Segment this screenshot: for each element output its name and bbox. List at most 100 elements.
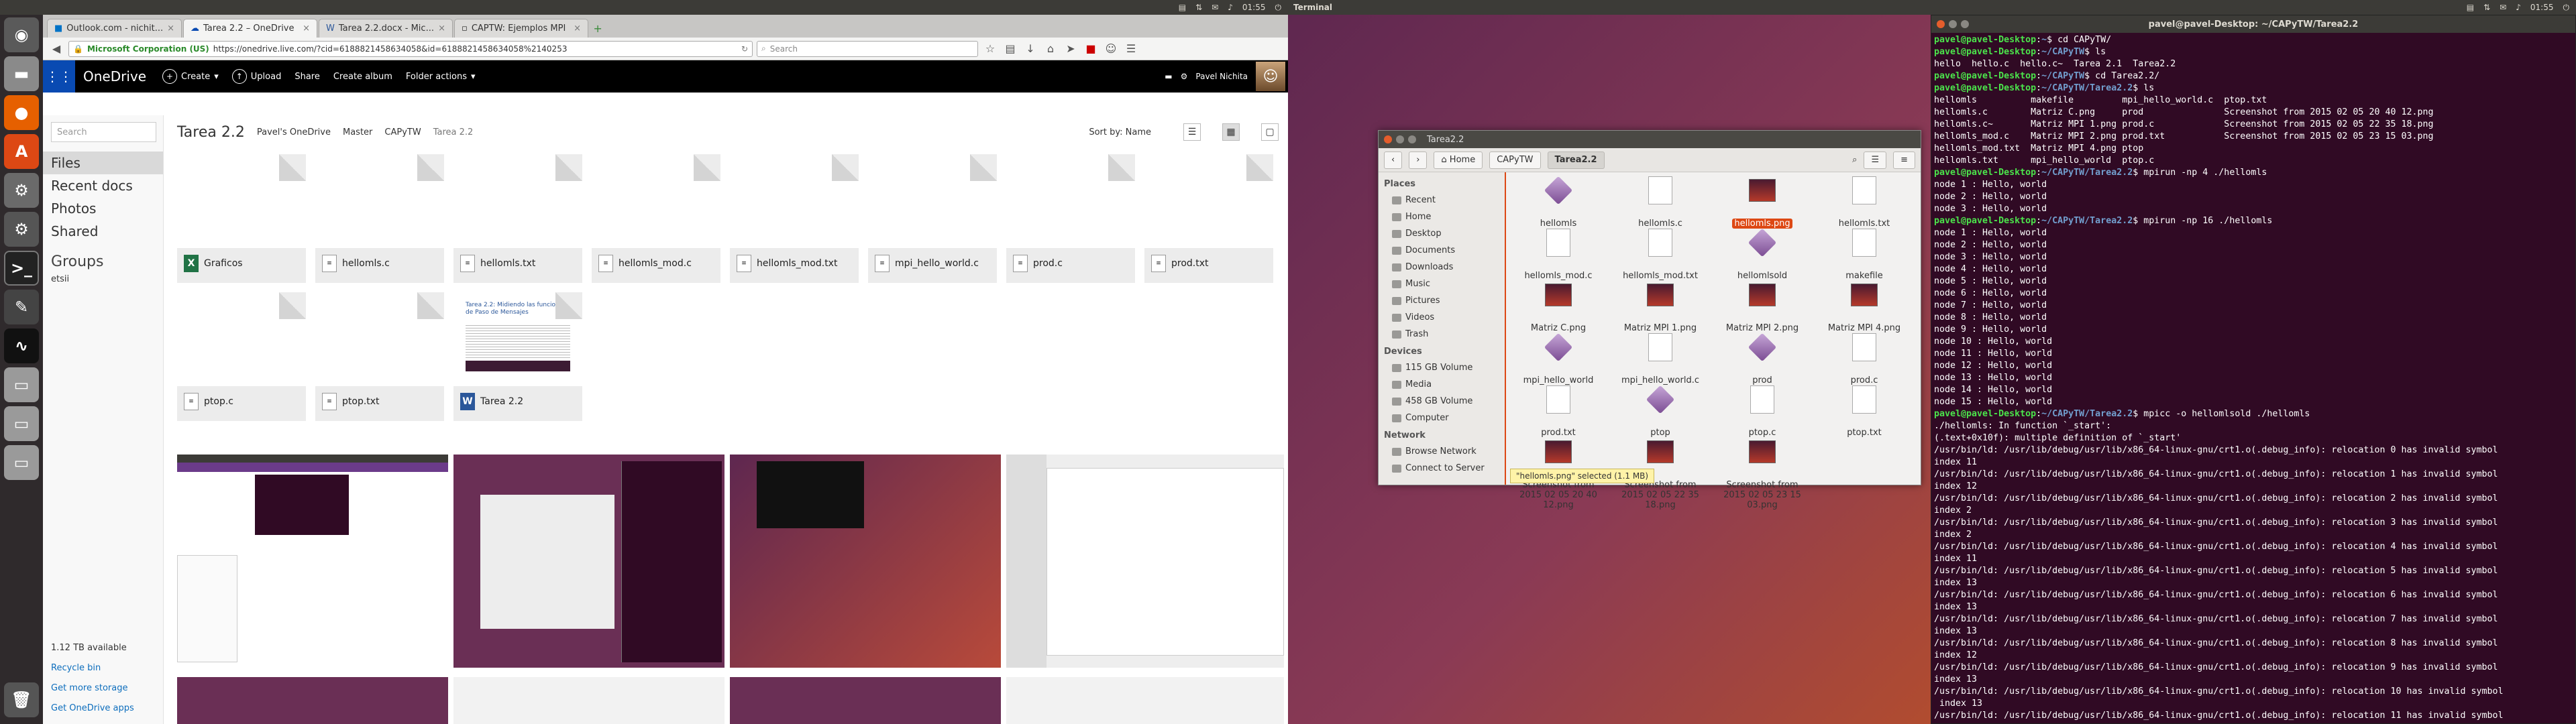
place-desktop[interactable]: Desktop (1379, 225, 1505, 242)
firefox-icon[interactable]: ● (4, 95, 39, 130)
certificate-label[interactable]: Microsoft Corporation (US) (87, 44, 209, 54)
file-item[interactable]: mpi_hello_world (1511, 332, 1605, 385)
clock[interactable]: 01:55 (2530, 3, 2554, 12)
file-item[interactable]: makefile (1817, 227, 1911, 281)
create-album-button[interactable]: Create album (327, 72, 399, 82)
place-pictures[interactable]: Pictures (1379, 292, 1505, 309)
menu-icon[interactable]: ≡ (1893, 151, 1915, 169)
search-icon[interactable]: ⌕ (1852, 155, 1857, 165)
list-view-icon[interactable]: ☰ (1864, 151, 1887, 169)
file-item[interactable]: hellomls_mod.c (1511, 227, 1605, 281)
terminal-output[interactable]: pavel@pavel-Desktop:~$ cd CAPyTW/pavel@p… (1931, 33, 2575, 723)
clock[interactable]: 01:55 (1242, 3, 1266, 12)
file-item[interactable]: Matriz MPI 2.png (1715, 280, 1809, 333)
dash-icon[interactable]: ◉ (4, 17, 39, 52)
file-item[interactable]: ptop (1613, 384, 1707, 438)
list-view-icon[interactable]: ☰ (1183, 123, 1201, 141)
back-icon[interactable]: ◀ (48, 41, 64, 57)
place-music[interactable]: Music (1379, 276, 1505, 292)
system-monitor-icon[interactable]: ∿ (4, 328, 39, 363)
search-input[interactable]: ⌕ Search (757, 40, 978, 57)
close-icon[interactable]: × (438, 23, 445, 34)
file-item[interactable]: prod (1715, 332, 1809, 385)
file-tile[interactable]: ≡ hellomls_mod.c (592, 154, 720, 283)
volume-icon[interactable]: ♪ (2516, 3, 2521, 12)
file-tile[interactable]: ≡ hellomls.c (315, 154, 444, 283)
file-item[interactable]: hellomlsold (1715, 227, 1809, 281)
volume-icon[interactable]: ♪ (1228, 3, 1233, 12)
place-videos[interactable]: Videos (1379, 309, 1505, 326)
folder-actions-button[interactable]: Folder actions ▾ (399, 72, 482, 82)
keyboard-icon[interactable]: ▤ (2467, 3, 2474, 12)
nav-files[interactable]: Files (43, 152, 163, 174)
nav-photos[interactable]: Photos (43, 197, 163, 220)
maximize-icon[interactable] (1961, 20, 1969, 28)
onedrive-search-input[interactable]: Search (51, 122, 156, 142)
file-tile[interactable]: ≡ ptop.txt (315, 292, 444, 421)
close-icon[interactable]: × (574, 23, 581, 34)
photo-thumbnail[interactable] (453, 455, 724, 668)
recycle-bin-link[interactable]: Recycle bin (51, 658, 134, 678)
device-item[interactable]: Media (1379, 376, 1505, 393)
file-tile[interactable]: ≡ ptop.c (177, 292, 306, 421)
tab-word[interactable]: W Tarea 2.2.docx - Mic... × (319, 19, 453, 38)
network-icon[interactable]: ⇅ (2483, 3, 2490, 12)
software-center-icon[interactable]: A (4, 134, 39, 169)
photo-thumbnail[interactable] (453, 677, 724, 724)
send-icon[interactable]: ➤ (1063, 41, 1079, 57)
file-tile[interactable]: ≡ hellomls_mod.txt (730, 154, 859, 283)
photo-thumbnail[interactable] (730, 677, 1001, 724)
file-item[interactable]: Screenshot from 2015 02 05 23 15 03.png (1715, 436, 1809, 510)
path-home[interactable]: ⌂ Home (1434, 151, 1483, 169)
onedrive-brand[interactable]: OneDrive (75, 68, 156, 84)
settings-alt-icon[interactable]: ⚙ (4, 212, 39, 247)
tab-outlook[interactable]: ■ Outlook.com - nichit... × (47, 19, 182, 38)
back-icon[interactable]: ‹ (1384, 151, 1403, 169)
file-item[interactable]: Matriz MPI 1.png (1613, 280, 1707, 333)
close-icon[interactable]: × (303, 23, 310, 34)
minimize-icon[interactable] (1396, 135, 1404, 143)
group-item-etsii[interactable]: etsii (43, 274, 163, 284)
file-tile[interactable]: ≡ prod.c (1006, 154, 1135, 283)
home-icon[interactable]: ⌂ (1042, 41, 1059, 57)
device-item[interactable]: 458 GB Volume (1379, 393, 1505, 410)
drive-icon[interactable]: ▭ (4, 367, 39, 402)
device-item[interactable]: Computer (1379, 410, 1505, 426)
photo-thumbnail[interactable] (1006, 677, 1284, 724)
file-item[interactable]: hellomls_mod.txt (1613, 227, 1707, 281)
place-trash[interactable]: Trash (1379, 326, 1505, 343)
place-downloads[interactable]: Downloads (1379, 259, 1505, 276)
close-icon[interactable]: × (167, 23, 174, 34)
nav-recent-docs[interactable]: Recent docs (43, 174, 163, 197)
tiles-view-icon[interactable]: ▦ (1222, 123, 1240, 141)
network-icon[interactable]: ⇅ (1195, 3, 1202, 12)
drive-icon-3[interactable]: ▭ (4, 445, 39, 480)
groups-heading[interactable]: Groups (43, 243, 163, 274)
breadcrumb-item[interactable]: Pavel's OneDrive (257, 127, 331, 137)
path-capytw[interactable]: CAPyTW (1489, 151, 1541, 169)
network-item[interactable]: Connect to Server (1379, 460, 1505, 477)
mail-icon[interactable]: ✉ (2500, 3, 2506, 12)
drive-icon-2[interactable]: ▭ (4, 406, 39, 441)
window-titlebar[interactable]: pavel@pavel-Desktop: ~/CAPyTW/Tarea2.2 (1931, 15, 2575, 33)
file-tile[interactable]: ≡ hellomls.txt (453, 154, 582, 283)
user-name[interactable]: Pavel Nichita (1195, 72, 1248, 81)
bookmark-star-icon[interactable]: ☆ (982, 41, 998, 57)
keyboard-icon[interactable]: ▤ (1179, 3, 1186, 12)
file-tile[interactable]: ≡ mpi_hello_world.c (868, 154, 997, 283)
close-icon[interactable] (1937, 20, 1945, 28)
power-icon[interactable]: ⏻ (1275, 3, 1282, 13)
nav-shared[interactable]: Shared (43, 220, 163, 243)
breadcrumb-item[interactable]: CAPyTW (384, 127, 421, 137)
file-tile[interactable]: ≡ prod.txt (1144, 154, 1273, 283)
settings-icon[interactable]: ⚙ (4, 173, 39, 208)
chat-icon[interactable]: ▬ (1165, 72, 1172, 81)
tab-onedrive[interactable]: ☁ Tarea 2.2 – OneDrive × (183, 19, 318, 38)
share-button[interactable]: Share (288, 72, 327, 82)
place-home[interactable]: Home (1379, 208, 1505, 225)
new-tab-button[interactable]: + (590, 20, 606, 36)
terminal-icon[interactable]: >_ (4, 251, 39, 286)
file-tile[interactable]: Tarea 2.2: Midiendo las funciones de Pas… (453, 292, 582, 421)
file-item[interactable]: ptop.c (1715, 384, 1809, 438)
gear-icon[interactable]: ⚙ (1181, 72, 1188, 81)
